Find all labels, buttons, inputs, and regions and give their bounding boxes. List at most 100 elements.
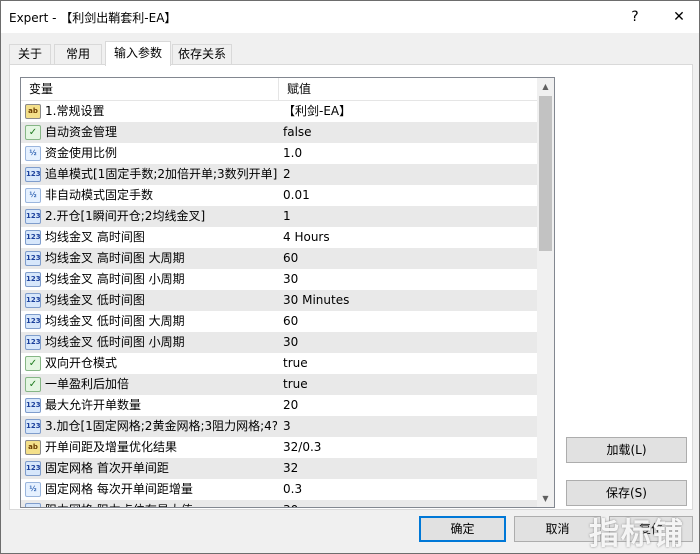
table-row[interactable]: ½ 固定网格 每次开单间距增量 0.3 — [21, 479, 537, 500]
inputs-table[interactable]: 变量 赋值 ab 1.常规设置 【利剑-EA】 ✓ 自动资金管理 false ½ 资金使用比例… — [20, 77, 555, 508]
table-row[interactable]: 123 固定网格 首次开单间距 32 — [21, 458, 537, 479]
table-row[interactable]: ab 开单间距及增量优化结果 32/0.3 — [21, 437, 537, 458]
variable-value[interactable]: 30 — [283, 500, 533, 507]
variable-value[interactable]: true — [283, 374, 533, 395]
table-row[interactable]: ✓ 双向开仓模式 true — [21, 353, 537, 374]
variable-value[interactable]: 4 Hours — [283, 227, 533, 248]
tab-about[interactable]: 关于 — [9, 44, 51, 65]
variable-value[interactable]: 1.0 — [283, 143, 533, 164]
watermark-logo: 指标铺 — [589, 517, 685, 552]
tab-dependencies[interactable]: 依存关系 — [172, 44, 232, 65]
table-row[interactable]: 123 2.开仓[1瞬间开仓;2均线金叉] 1 — [21, 206, 537, 227]
type-ab-icon: ab — [25, 440, 41, 455]
scroll-up-arrow-icon[interactable]: ▲ — [537, 78, 554, 95]
ok-button[interactable]: 确定 — [419, 516, 506, 542]
tab-common[interactable]: 常用 — [54, 44, 102, 65]
type-dbl-icon: ½ — [25, 482, 41, 497]
header-variable[interactable]: 变量 — [21, 78, 279, 101]
variable-name: 一单盈利后加倍 — [45, 377, 130, 391]
type-num-icon: 123 — [25, 503, 41, 507]
variable-name: 最大允许开单数量 — [45, 398, 142, 412]
load-button[interactable]: 加载(L) — [566, 437, 687, 463]
type-num-icon: 123 — [25, 272, 41, 287]
table-row[interactable]: ½ 资金使用比例 1.0 — [21, 143, 537, 164]
variable-name: 自动资金管理 — [45, 125, 118, 139]
close-button[interactable]: ✕ — [665, 5, 693, 29]
variable-name: 均线金叉 低时间图 小周期 — [45, 335, 185, 349]
type-num-icon: 123 — [25, 167, 41, 182]
save-button[interactable]: 保存(S) — [566, 480, 687, 506]
type-num-icon: 123 — [25, 461, 41, 476]
variable-name: 开单间距及增量优化结果 — [45, 440, 178, 454]
table-row[interactable]: 123 均线金叉 高时间图 大周期 60 — [21, 248, 537, 269]
variable-name: 固定网格 每次开单间距增量 — [45, 482, 193, 496]
variable-value[interactable]: 30 Minutes — [283, 290, 533, 311]
type-num-icon: 123 — [25, 209, 41, 224]
variable-value[interactable]: 3 — [283, 416, 533, 437]
variable-value[interactable]: 30 — [283, 332, 533, 353]
title-bar: Expert - 【利剑出鞘套利-EA】 ? ✕ — [1, 1, 699, 33]
table-row[interactable]: 123 均线金叉 低时间图 大周期 60 — [21, 311, 537, 332]
table-row[interactable]: 123 阻力网格 阻力点位有是大值 30 — [21, 500, 537, 507]
window-title: Expert - 【利剑出鞘套利-EA】 — [9, 11, 177, 25]
variable-value[interactable]: 32/0.3 — [283, 437, 533, 458]
variable-value[interactable]: 2 — [283, 164, 533, 185]
table-row[interactable]: ½ 非自动模式固定手数 0.01 — [21, 185, 537, 206]
type-bool-icon: ✓ — [25, 356, 41, 371]
type-bool-icon: ✓ — [25, 125, 41, 140]
table-header: 变量 赋值 — [21, 78, 537, 101]
variable-value[interactable]: 20 — [283, 395, 533, 416]
variable-name: 均线金叉 高时间图 大周期 — [45, 251, 185, 265]
variable-name: 非自动模式固定手数 — [45, 188, 154, 202]
scroll-thumb[interactable] — [539, 96, 552, 251]
variable-name: 3.加仓[1固定网格;2黄金网格;3阻力网格;4?.. — [45, 419, 277, 433]
variable-value[interactable]: 60 — [283, 311, 533, 332]
help-button[interactable]: ? — [621, 5, 649, 29]
variable-name: 1.常规设置 — [45, 104, 105, 118]
table-row[interactable]: 123 均线金叉 低时间图 30 Minutes — [21, 290, 537, 311]
table-row[interactable]: 123 3.加仓[1固定网格;2黄金网格;3阻力网格;4?.. 3 — [21, 416, 537, 437]
table-row[interactable]: 123 追单模式[1固定手数;2加倍开单;3数列开单] 2 — [21, 164, 537, 185]
variable-value[interactable]: 32 — [283, 458, 533, 479]
variable-name: 阻力网格 阻力点位有是大值 — [45, 500, 277, 507]
variable-value[interactable]: true — [283, 353, 533, 374]
variable-value[interactable]: 1 — [283, 206, 533, 227]
vertical-scrollbar[interactable]: ▲ ▼ — [537, 78, 554, 507]
variable-value[interactable]: 60 — [283, 248, 533, 269]
type-ab-icon: ab — [25, 104, 41, 119]
type-bool-icon: ✓ — [25, 377, 41, 392]
variable-name: 均线金叉 低时间图 — [45, 293, 145, 307]
type-num-icon: 123 — [25, 335, 41, 350]
variable-name: 均线金叉 高时间图 — [45, 230, 145, 244]
type-num-icon: 123 — [25, 251, 41, 266]
expert-dialog: Expert - 【利剑出鞘套利-EA】 ? ✕ 关于 常用 输入参数 依存关系… — [0, 0, 700, 554]
type-num-icon: 123 — [25, 314, 41, 329]
table-row[interactable]: ✓ 自动资金管理 false — [21, 122, 537, 143]
table-row[interactable]: 123 均线金叉 高时间图 小周期 30 — [21, 269, 537, 290]
cancel-button[interactable]: 取消 — [514, 516, 601, 542]
scroll-down-arrow-icon[interactable]: ▼ — [537, 490, 554, 507]
table-row[interactable]: 123 均线金叉 高时间图 4 Hours — [21, 227, 537, 248]
variable-value[interactable]: 0.3 — [283, 479, 533, 500]
variable-name: 2.开仓[1瞬间开仓;2均线金叉] — [45, 209, 206, 223]
table-row[interactable]: 123 最大允许开单数量 20 — [21, 395, 537, 416]
variable-value[interactable]: 30 — [283, 269, 533, 290]
type-num-icon: 123 — [25, 293, 41, 308]
variable-value[interactable]: 【利剑-EA】 — [283, 101, 533, 122]
variable-name: 双向开仓模式 — [45, 356, 118, 370]
header-value[interactable]: 赋值 — [279, 78, 537, 101]
variable-value[interactable]: 0.01 — [283, 185, 533, 206]
variable-name: 固定网格 首次开单间距 — [45, 461, 169, 475]
tab-inputs[interactable]: 输入参数 — [105, 41, 171, 66]
table-row[interactable]: ab 1.常规设置 【利剑-EA】 — [21, 101, 537, 122]
table-row[interactable]: ✓ 一单盈利后加倍 true — [21, 374, 537, 395]
tab-bar: 关于 常用 输入参数 依存关系 — [9, 41, 693, 66]
type-dbl-icon: ½ — [25, 188, 41, 203]
type-num-icon: 123 — [25, 230, 41, 245]
type-num-icon: 123 — [25, 419, 41, 434]
variable-name: 追单模式[1固定手数;2加倍开单;3数列开单] — [45, 167, 277, 181]
table-row[interactable]: 123 均线金叉 低时间图 小周期 30 — [21, 332, 537, 353]
variable-value[interactable]: false — [283, 122, 533, 143]
type-num-icon: 123 — [25, 398, 41, 413]
variable-name: 均线金叉 低时间图 大周期 — [45, 314, 185, 328]
